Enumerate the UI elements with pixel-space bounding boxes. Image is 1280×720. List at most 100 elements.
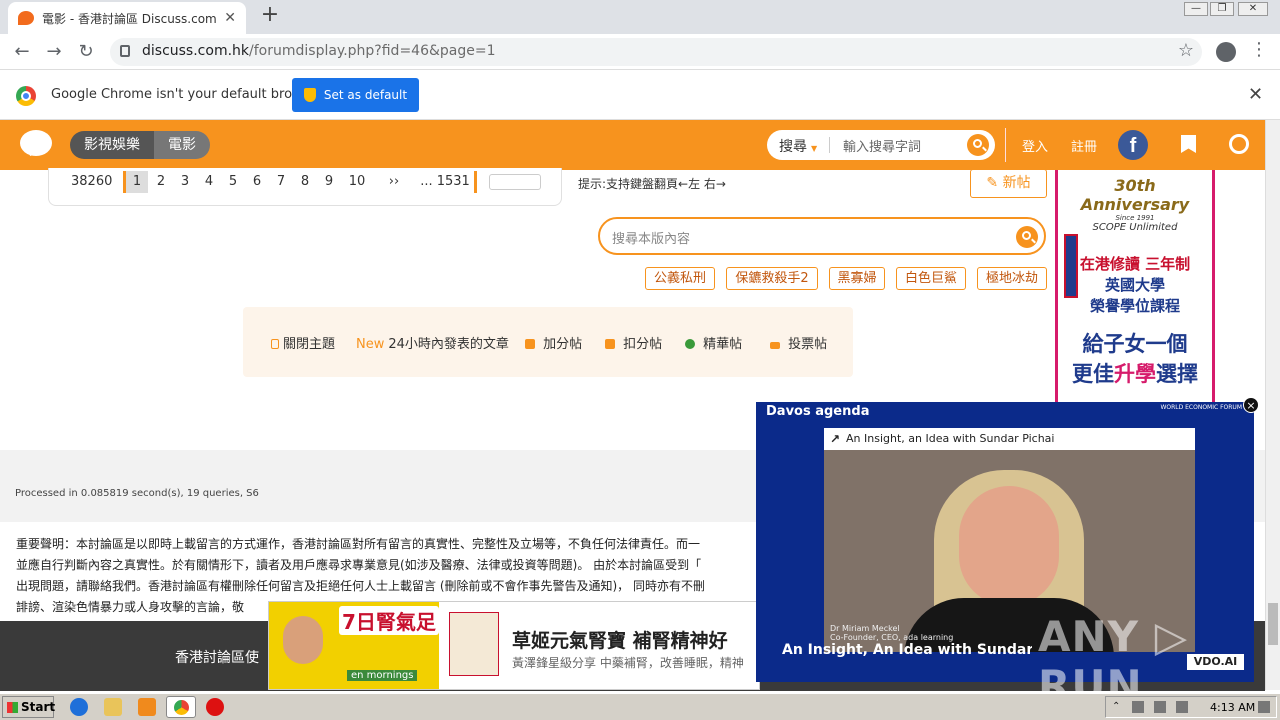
bookmark-star-icon[interactable]: ☆ <box>1178 40 1194 61</box>
start-button[interactable]: Start <box>2 696 55 718</box>
back-button[interactable]: ← <box>10 40 34 64</box>
hot-tag[interactable]: 保鑣救殺手2 <box>726 267 818 290</box>
lock-icon[interactable] <box>120 45 130 57</box>
set-as-default-button[interactable]: Set as default <box>292 78 419 112</box>
video-close-button[interactable]: × <box>1243 397 1259 413</box>
ad-bottom-banner[interactable]: 7日腎氣足 en mornings 草姬元氣腎寶 補腎精神好 黃澤鋒星級分享 中… <box>268 601 760 690</box>
ad-product-box <box>449 612 499 676</box>
last-page-link[interactable]: ... 1531 <box>420 171 470 193</box>
disclaimer-line: 並應自行判斷內容之真實性。於有關情形下，讀者及用戶應尋求專業意見(如涉及醫療、法… <box>16 558 702 572</box>
browser-menu-icon[interactable]: ⋮ <box>1250 39 1268 60</box>
new-tab-button[interactable]: + <box>258 4 282 28</box>
footer-text: 香港討論區使 <box>175 650 259 666</box>
next-page-link[interactable]: ›› <box>380 171 408 193</box>
filter-new24[interactable]: New 24小時內發表的文章 <box>356 333 509 352</box>
ad-badge: 7日腎氣足 <box>339 606 439 635</box>
vdo-ai-logo[interactable]: VDO.AI <box>1187 654 1244 670</box>
poll-icon <box>770 342 780 349</box>
scrollbar-thumb[interactable] <box>1268 603 1278 645</box>
filter-digest[interactable]: 精華帖 <box>685 333 742 352</box>
tab-strip: 電影 - 香港討論區 Discuss.com.hk - ✕ + — ❐ ✕ <box>0 0 1280 34</box>
folder-icon[interactable] <box>104 698 122 716</box>
forum-search-button[interactable] <box>1016 226 1038 248</box>
gem-icon <box>685 339 695 349</box>
page-link[interactable]: 10 <box>344 171 370 193</box>
search-type-select[interactable]: 搜尋 ▼ <box>779 136 817 156</box>
ad-subtext: 黃澤鋒星級分享 中藥補腎，改善睡眠，精神 <box>512 656 744 670</box>
hot-tag[interactable]: 極地冰劫 <box>977 267 1047 290</box>
media-player-icon[interactable] <box>138 698 156 716</box>
facebook-icon[interactable]: f <box>1118 130 1148 160</box>
shield-icon <box>303 88 316 102</box>
chrome-taskbar-button[interactable] <box>166 696 196 718</box>
page-link[interactable]: 3 <box>174 171 196 193</box>
window-close-button[interactable]: ✕ <box>1238 2 1268 16</box>
thread-count: 38260 <box>71 174 113 189</box>
window-maximize-button[interactable]: ❐ <box>1210 2 1234 16</box>
video-lower-caption: An Insight, An Idea with Sundar P <box>782 642 1032 658</box>
processed-stats: Processed in 0.085819 second(s), 19 quer… <box>15 488 259 499</box>
breadcrumb-item-entertainment[interactable]: 影視娛樂 <box>70 131 154 159</box>
profile-avatar-icon[interactable] <box>1216 42 1236 62</box>
disclaimer-line: 出現問題，請聯絡我們。香港討論區有權刪除任何留言及拒絕任何人士上載留言 (刪除前… <box>16 579 705 593</box>
ad-person-image <box>283 616 323 664</box>
hot-tag[interactable]: 公義私刑 <box>645 267 715 290</box>
ad-tagline: en mornings <box>347 670 418 681</box>
page-link[interactable]: 7 <box>270 171 292 193</box>
page-link[interactable]: 9 <box>318 171 340 193</box>
discuss-logo-icon[interactable] <box>20 130 52 156</box>
infobar-message: Google Chrome isn't your default browser <box>51 87 323 102</box>
filter-closed[interactable]: 關閉主題 <box>271 333 335 352</box>
ad-line: 給子女一個 <box>1082 332 1188 356</box>
tab-title: 電影 - 香港討論區 Discuss.com.hk - <box>42 11 218 26</box>
volume-icon[interactable] <box>1132 701 1144 713</box>
new-post-button[interactable]: ✎ 新帖 <box>970 169 1047 198</box>
forum-search-input[interactable]: 搜尋本版內容 <box>612 228 690 247</box>
login-link[interactable]: 登入 <box>1022 136 1048 155</box>
forward-button[interactable]: → <box>42 40 66 64</box>
window-minimize-button[interactable]: — <box>1184 2 1208 16</box>
opera-icon[interactable] <box>206 698 224 716</box>
page-link[interactable]: 2 <box>150 171 172 193</box>
browser-tab[interactable]: 電影 - 香港討論區 Discuss.com.hk - ✕ <box>8 2 246 34</box>
language-icon[interactable] <box>1258 701 1270 713</box>
header-search-button[interactable] <box>967 134 989 156</box>
ad-anniversary: 30th Anniversary <box>1080 176 1190 214</box>
search-divider <box>829 137 830 153</box>
reload-button[interactable]: ↻ <box>74 40 98 64</box>
forum-search[interactable]: 搜尋本版內容 <box>598 217 1046 255</box>
filter-poll[interactable]: 投票帖 <box>770 333 827 352</box>
filter-plus[interactable]: 加分帖 <box>525 333 582 352</box>
breadcrumb-item-movies[interactable]: 電影 <box>154 131 210 159</box>
flag-icon[interactable] <box>1176 701 1188 713</box>
discuss-favicon-icon <box>18 11 34 25</box>
ad-headline: 草姬元氣腎寶 補腎精神好 <box>512 630 728 652</box>
tray-expand-icon[interactable]: ⌃ <box>1112 701 1124 713</box>
desktop-window: 電影 - 香港討論區 Discuss.com.hk - ✕ + — ❐ ✕ ← … <box>0 0 1280 720</box>
bookmark-icon[interactable] <box>1181 135 1196 153</box>
hot-tag[interactable]: 黑寡婦 <box>829 267 885 290</box>
header-search-input[interactable]: 輸入搜尋字詞 <box>843 136 921 155</box>
page-scrollbar[interactable] <box>1265 120 1280 690</box>
register-link[interactable]: 註冊 <box>1071 136 1097 155</box>
page-jump-input[interactable] <box>489 174 541 190</box>
ie-icon[interactable] <box>70 698 88 716</box>
page-link[interactable]: 8 <box>294 171 316 193</box>
clock-time: 4:13 AM <box>1210 701 1256 714</box>
history-clock-icon[interactable] <box>1229 134 1249 154</box>
page-link-current[interactable]: 1 <box>126 171 148 193</box>
hot-tag[interactable]: 白色巨鯊 <box>896 267 966 290</box>
ad-right-banner[interactable]: 30th Anniversary Since 1991 SCOPE Unlimi… <box>1055 170 1215 402</box>
filter-minus[interactable]: 扣分帖 <box>605 333 662 352</box>
page-link[interactable]: 5 <box>222 171 244 193</box>
page-link[interactable]: 6 <box>246 171 268 193</box>
set-as-default-label: Set as default <box>323 88 408 102</box>
page-link[interactable]: 4 <box>198 171 220 193</box>
video-caption-bar: An Insight, an Idea with Sundar Pichai <box>824 428 1195 450</box>
ad-scope: SCOPE Unlimited <box>1092 222 1178 233</box>
network-icon[interactable] <box>1154 701 1166 713</box>
tab-close-icon[interactable]: ✕ <box>224 10 236 26</box>
address-bar[interactable]: discuss.com.hk/forumdisplay.php?fid=46&p… <box>110 38 1202 66</box>
infobar-close-icon[interactable]: ✕ <box>1248 84 1263 105</box>
video-player[interactable]: Davos agenda WORLD ECONOMIC FORUM An Ins… <box>756 402 1254 710</box>
